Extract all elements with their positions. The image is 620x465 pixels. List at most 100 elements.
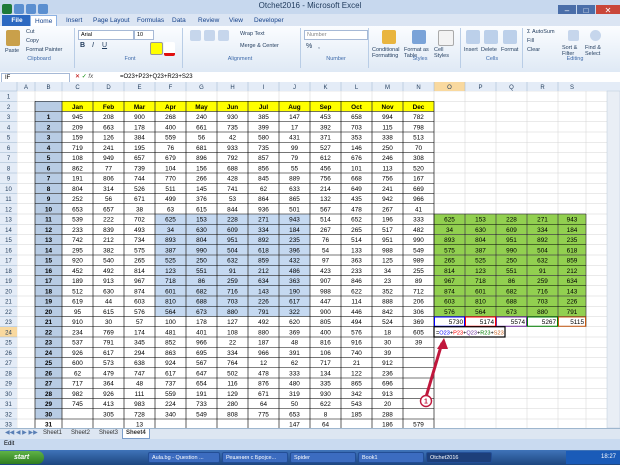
cell-styles-icon[interactable] [438, 30, 454, 46]
delete-cells-button[interactable]: Delete [481, 47, 497, 53]
data-cell: 798 [413, 124, 424, 131]
font-color-icon[interactable] [164, 42, 175, 56]
format-cells-icon[interactable] [503, 30, 517, 44]
save-icon[interactable] [14, 4, 24, 14]
data-cell: 86 [198, 278, 206, 285]
orientation-icon[interactable] [218, 30, 229, 41]
sheet-tab-1[interactable]: Sheet1 [40, 429, 65, 438]
data-cell: 48 [291, 340, 299, 347]
delete-cells-icon[interactable] [484, 30, 498, 44]
data-cell: 782 [413, 114, 424, 121]
formula-token: Q23 [466, 330, 477, 336]
percent-button[interactable]: % [306, 43, 312, 50]
tab-formulas[interactable]: Formulas [133, 15, 168, 26]
data-cell: 480 [289, 381, 300, 388]
quick-access-toolbar[interactable] [2, 1, 72, 14]
paste-button[interactable]: Paste [5, 48, 19, 54]
data-cell: 41 [415, 206, 423, 213]
taskbar-item[interactable]: Spider [290, 452, 356, 463]
taskbar-item[interactable]: Решения с Бројсе... [222, 452, 288, 463]
data-cell: 756 [320, 176, 331, 183]
data-cell: 502 [227, 370, 238, 377]
block-cell: 634 [567, 278, 578, 285]
tab-page-layout[interactable]: Page Layout [89, 15, 134, 26]
column-header: R [540, 85, 545, 91]
format-painter-button[interactable]: Format Painter [26, 47, 62, 53]
font-size-select[interactable]: 10 [134, 30, 154, 40]
block-cell: 123 [475, 268, 486, 275]
tab-view[interactable]: View [225, 15, 247, 26]
tab-review[interactable]: Review [194, 15, 223, 26]
fx-label: fx [88, 74, 94, 80]
undo-icon[interactable] [26, 4, 36, 14]
data-cell: 432 [289, 258, 300, 265]
sheet-tab-4[interactable]: Sheet4 [122, 429, 150, 439]
formula-input[interactable]: =O23+P23+Q23+R23+S23 [120, 73, 193, 81]
font-name-select[interactable]: Arial [78, 30, 134, 40]
data-cell: 567 [196, 360, 207, 367]
insert-function-icon[interactable]: ✕ ✓ fx [75, 73, 115, 80]
tab-data[interactable]: Data [168, 15, 190, 26]
number-format-select[interactable]: Number [304, 30, 368, 40]
taskbar-item[interactable]: Book1 [358, 452, 424, 463]
fill-button[interactable]: Fill [527, 38, 534, 44]
paste-icon[interactable] [6, 30, 20, 46]
insert-cells-button[interactable]: Insert [464, 47, 478, 53]
wrap-text-button[interactable]: Wrap Text [240, 31, 265, 37]
data-cell: 943 [289, 217, 300, 224]
data-cell: 250 [382, 145, 393, 152]
taskbar-item[interactable]: Otchet2016 [426, 452, 492, 463]
tab-insert[interactable]: Insert [62, 15, 86, 26]
merge-center-button[interactable]: Merge & Center [240, 43, 279, 49]
data-cell: 129 [227, 391, 238, 398]
redo-icon[interactable] [38, 4, 48, 14]
insert-cells-icon[interactable] [466, 30, 480, 44]
data-cell: 294 [134, 350, 145, 357]
align-middle-icon[interactable] [204, 30, 215, 41]
find-select-icon[interactable] [590, 30, 601, 41]
data-cell: 605 [413, 329, 424, 336]
start-button[interactable]: start [0, 451, 44, 464]
data-cell: 695 [196, 350, 207, 357]
comma-button[interactable]: , [318, 43, 320, 50]
data-cell: 567 [320, 206, 331, 213]
data-cell: 775 [258, 411, 269, 418]
data-cell: 920 [72, 258, 83, 265]
sheet-tab-2[interactable]: Sheet2 [68, 429, 93, 438]
data-cell: 246 [382, 155, 393, 162]
sort-filter-icon[interactable] [568, 30, 579, 41]
format-cells-button[interactable]: Format [501, 47, 518, 53]
underline-button[interactable]: U [102, 42, 107, 49]
cut-button[interactable]: Cut [26, 29, 35, 35]
format-as-table-icon[interactable] [412, 30, 426, 44]
data-cell: 805 [320, 319, 331, 326]
bold-button[interactable]: B [80, 42, 85, 49]
column-header: G [199, 85, 204, 91]
italic-button[interactable]: I [92, 42, 94, 49]
fill-color-icon[interactable] [150, 42, 163, 55]
row-number: 1 [47, 114, 51, 121]
taskbar-item[interactable]: Aula.bg - Question ... [148, 452, 220, 463]
data-cell: 900 [134, 114, 145, 121]
data-cell: 95 [74, 309, 82, 316]
data-cell: 91 [229, 268, 237, 275]
data-cell: 517 [382, 227, 393, 234]
tab-file[interactable]: File [2, 15, 32, 26]
copy-button[interactable]: Copy [26, 38, 39, 44]
data-cell: 340 [165, 411, 176, 418]
autosum-button[interactable]: Σ AutoSum [527, 29, 555, 35]
data-cell: 108 [227, 329, 238, 336]
block-cell: 718 [475, 278, 486, 285]
clear-button[interactable]: Clear [527, 47, 540, 53]
sheet-nav-arrows[interactable]: ◀◀ ◀ ▶ ▶▶ [2, 429, 41, 438]
sheet-tab-3[interactable]: Sheet3 [96, 429, 121, 438]
data-cell: 212 [103, 237, 114, 244]
data-cell: 617 [289, 299, 300, 306]
data-cell: 994 [382, 114, 393, 121]
align-top-icon[interactable] [190, 30, 201, 41]
tab-developer[interactable]: Developer [250, 15, 288, 26]
conditional-formatting-icon[interactable] [382, 30, 396, 44]
data-cell: 191 [72, 176, 83, 183]
worksheet-grid[interactable]: A B C D E F G H I J K L M N O P Q R S123456789101112131415… [0, 82, 620, 428]
data-cell: 363 [351, 258, 362, 265]
